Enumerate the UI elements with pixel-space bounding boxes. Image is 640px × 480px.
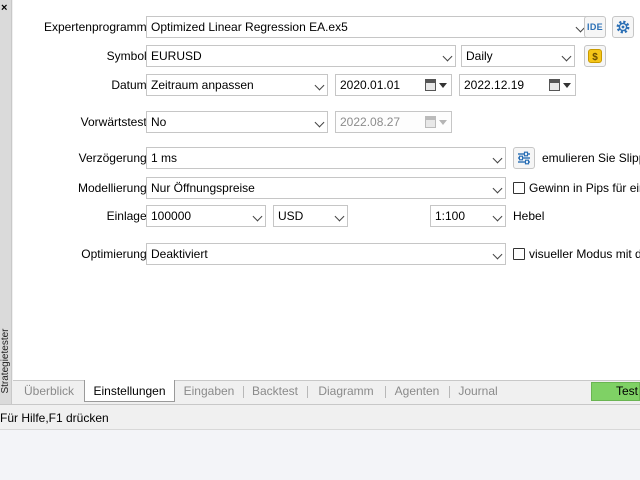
tab-inputs[interactable]: Eingaben <box>176 381 242 403</box>
chevron-down-icon <box>492 211 503 222</box>
tab-settings[interactable]: Einstellungen <box>84 380 175 402</box>
chevron-down-icon <box>252 211 263 222</box>
deposit-select[interactable]: 100000 <box>146 205 266 227</box>
forward-select[interactable]: No <box>146 111 328 133</box>
expert-settings-button[interactable] <box>612 16 634 38</box>
forward-date-picker[interactable]: 2022.08.27 <box>335 111 452 133</box>
date-to-picker[interactable]: 2022.12.19 <box>459 74 576 96</box>
expert-value: Optimized Linear Regression EA.ex5 <box>151 20 348 34</box>
modeling-select[interactable]: Nur Öffnungspreise <box>146 177 506 199</box>
calendar-icon <box>425 79 436 91</box>
date-to-value: 2022.12.19 <box>464 78 525 92</box>
period-value: Daily <box>466 49 493 63</box>
period-select[interactable]: Daily <box>461 45 575 67</box>
expert-label: Expertenprogramm: <box>43 20 150 34</box>
tab-overview[interactable]: Überblick <box>15 381 83 403</box>
close-icon[interactable]: × <box>1 3 7 14</box>
forward-value: No <box>151 115 167 129</box>
date-from-picker[interactable]: 2020.01.01 <box>335 74 452 96</box>
strategy-tester-side-strip: × Strategietester <box>0 0 12 404</box>
expert-row: Expertenprogramm: Optimized Linear Regre… <box>13 16 640 38</box>
status-text: Für Hilfe,F1 drücken <box>0 411 109 425</box>
slippage-text: emulieren Sie Slippag <box>542 151 640 165</box>
date-row: Datum: Zeitraum anpassen 2020.01.01 2022… <box>13 74 640 96</box>
symbol-specification-button[interactable]: $ <box>584 45 606 67</box>
chevron-down-icon <box>492 153 503 164</box>
start-test-button[interactable]: Test <box>591 382 640 401</box>
delay-select[interactable]: 1 ms <box>146 147 506 169</box>
chevron-down-icon <box>563 83 571 88</box>
svg-text:$: $ <box>592 52 598 63</box>
chevron-down-icon <box>314 80 325 91</box>
tab-agents[interactable]: Agenten <box>386 381 448 403</box>
symbol-value: EURUSD <box>151 49 202 63</box>
tab-backtest[interactable]: Backtest <box>244 381 306 403</box>
date-from-value: 2020.01.01 <box>340 78 401 92</box>
chevron-down-icon <box>442 51 453 62</box>
delay-value: 1 ms <box>151 151 178 165</box>
modeling-row: Modellierung: Nur Öffnungspreise Gewinn … <box>13 177 640 199</box>
date-range-select[interactable]: Zeitraum anpassen <box>146 74 328 96</box>
chevron-down-icon <box>334 211 345 222</box>
slippage-settings-button[interactable] <box>513 147 535 169</box>
symbol-label: Symbol: <box>106 49 150 63</box>
coin-icon: $ <box>588 49 602 63</box>
chevron-down-icon <box>314 117 325 128</box>
modeling-value: Nur Öffnungspreise <box>151 181 255 195</box>
deposit-label: Einlage: <box>106 209 150 223</box>
strategy-tester-label: Strategietester <box>0 328 11 394</box>
optimization-select[interactable]: Deaktiviert <box>146 243 506 265</box>
deposit-value: 100000 <box>151 209 192 223</box>
gear-icon <box>616 20 630 34</box>
forward-row: Vorwärtstest: No 2022.08.27 <box>13 111 640 133</box>
date-range-value: Zeitraum anpassen <box>151 78 254 92</box>
delay-label: Verzögerung: <box>78 151 150 165</box>
forward-date-value: 2022.08.27 <box>340 115 401 129</box>
checkbox-box[interactable] <box>513 182 525 194</box>
visual-mode-checkbox[interactable]: visueller Modus mit der <box>513 243 640 265</box>
checkbox-box[interactable] <box>513 248 525 260</box>
leverage-value: 1:100 <box>435 209 466 223</box>
currency-select[interactable]: USD <box>273 205 348 227</box>
symbol-row: Symbol: EURUSD Daily $ <box>13 45 640 67</box>
chevron-down-icon <box>439 120 447 125</box>
lower-area <box>0 430 640 480</box>
ide-label: IDE <box>587 22 603 32</box>
tab-journal[interactable]: Journal <box>450 381 506 403</box>
date-label: Datum: <box>111 78 150 92</box>
status-bar: Für Hilfe,F1 drücken <box>0 404 640 430</box>
calendar-icon <box>549 79 560 91</box>
forward-label: Vorwärtstest: <box>80 115 150 129</box>
visual-mode-text: visueller Modus mit der <box>529 247 640 261</box>
delay-row: Verzögerung: 1 ms emulieren Sie Slippag <box>13 147 640 169</box>
profit-in-pips-text: Gewinn in Pips für eine <box>529 181 640 195</box>
deposit-row: Einlage: 100000 USD 1:100 Hebel <box>13 205 640 227</box>
symbol-select[interactable]: EURUSD <box>146 45 456 67</box>
sliders-icon <box>518 151 530 165</box>
chevron-down-icon <box>492 249 503 260</box>
optimization-label: Optimierung: <box>81 247 150 261</box>
chevron-down-icon <box>561 51 572 62</box>
modeling-label: Modellierung: <box>77 181 150 195</box>
settings-panel: Expertenprogramm: Optimized Linear Regre… <box>13 0 640 380</box>
optimization-value: Deaktiviert <box>151 247 208 261</box>
currency-value: USD <box>278 209 304 223</box>
chevron-down-icon <box>439 83 447 88</box>
tab-chart[interactable]: Diagramm <box>308 381 384 403</box>
ide-button[interactable]: IDE <box>584 16 606 38</box>
profit-in-pips-checkbox[interactable]: Gewinn in Pips für eine <box>513 177 640 199</box>
tester-tab-bar: Überblick Einstellungen Eingaben Backtes… <box>13 380 640 402</box>
calendar-icon <box>425 116 436 128</box>
expert-select[interactable]: Optimized Linear Regression EA.ex5 <box>146 16 589 38</box>
chevron-down-icon <box>492 183 503 194</box>
optimization-row: Optimierung: Deaktiviert visueller Modus… <box>13 243 640 265</box>
leverage-select[interactable]: 1:100 <box>430 205 506 227</box>
leverage-label: Hebel <box>513 209 545 223</box>
